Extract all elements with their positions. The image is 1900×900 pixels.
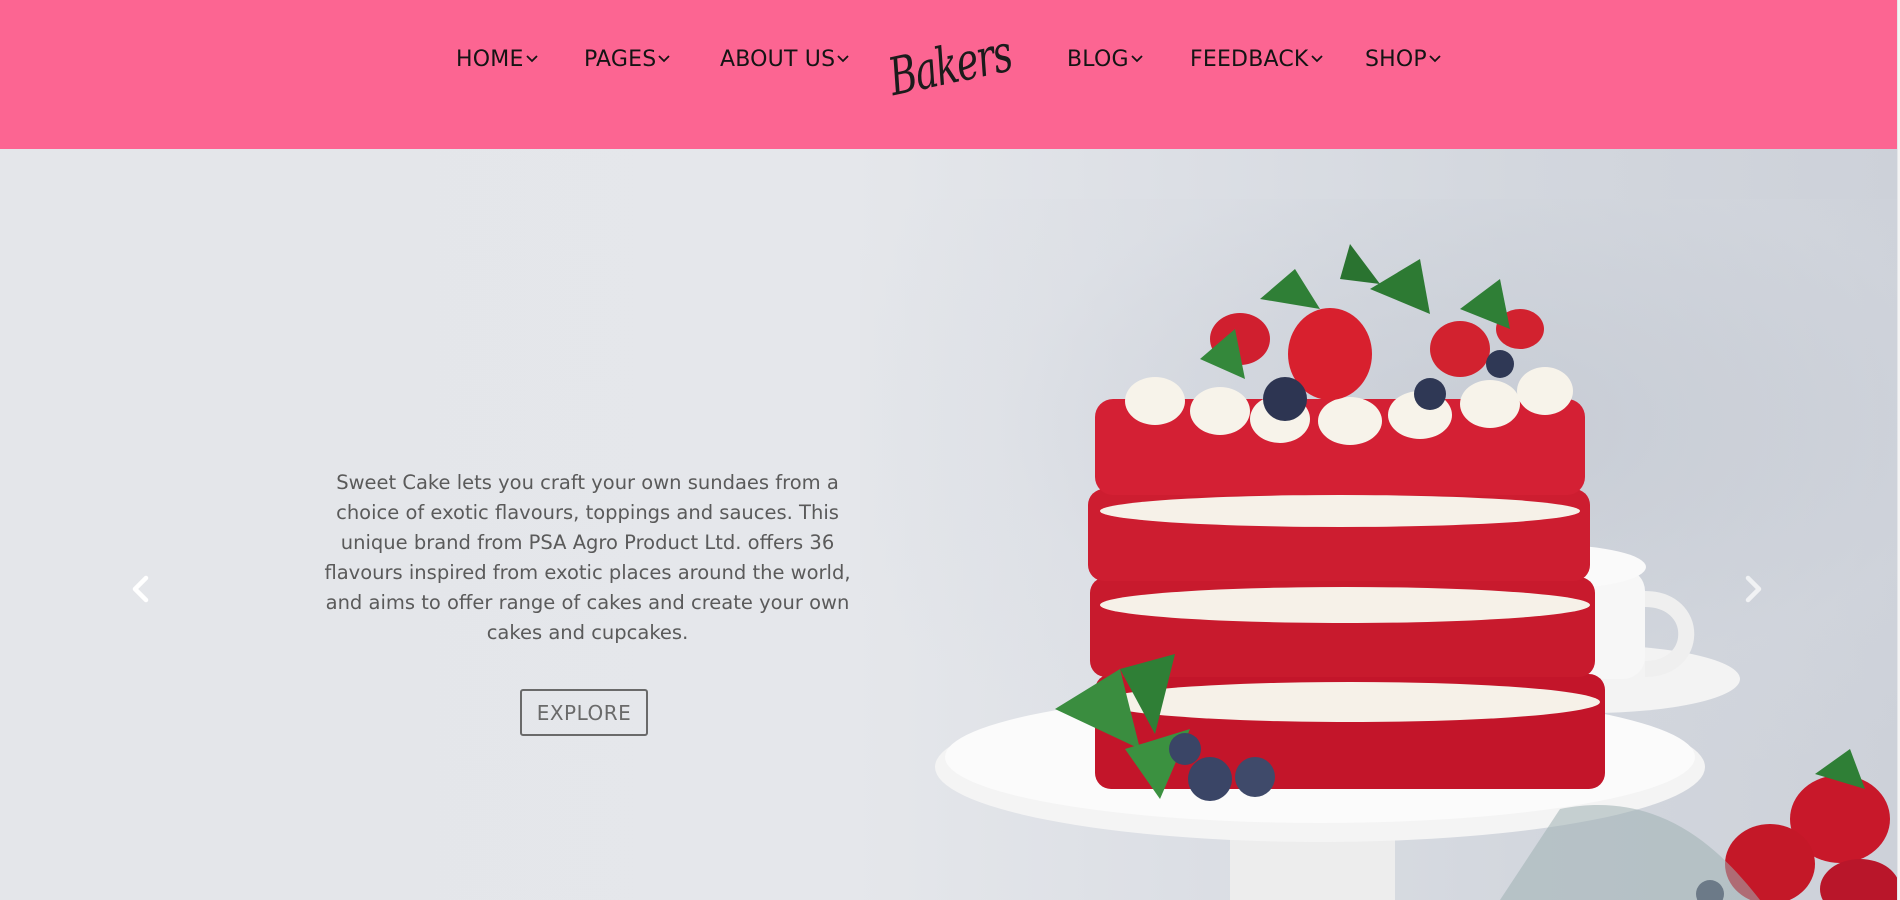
nav-home[interactable]: HOME xyxy=(456,44,539,74)
page: HOME PAGES ABOUT US Bakers BLOG FEEDBACK… xyxy=(0,0,1900,900)
nav-feedback[interactable]: FEEDBACK xyxy=(1190,44,1324,74)
nav-feedback-label: FEEDBACK xyxy=(1190,46,1309,72)
nav-about-us[interactable]: ABOUT US xyxy=(720,44,850,74)
nav-home-label: HOME xyxy=(456,46,524,72)
chevron-right-icon xyxy=(1745,575,1762,603)
nav-blog-label: BLOG xyxy=(1067,46,1129,72)
brand-logo[interactable]: Bakers xyxy=(884,11,1017,122)
chevron-down-icon xyxy=(836,54,850,64)
explore-button[interactable]: EXPLORE xyxy=(520,689,648,736)
top-navbar: HOME PAGES ABOUT US Bakers BLOG FEEDBACK… xyxy=(0,0,1897,149)
nav-pages[interactable]: PAGES xyxy=(584,44,671,74)
nav-pages-label: PAGES xyxy=(584,46,657,72)
chevron-down-icon xyxy=(1310,54,1324,64)
carousel-next-button[interactable] xyxy=(1738,569,1770,609)
chevron-down-icon xyxy=(1130,54,1144,64)
hero-cake-image xyxy=(935,244,1897,900)
carousel-prev-button[interactable] xyxy=(124,569,156,609)
nav-blog[interactable]: BLOG xyxy=(1067,44,1144,74)
nav-shop-label: SHOP xyxy=(1365,46,1427,72)
hero-description: Sweet Cake lets you craft your own sunda… xyxy=(324,470,851,644)
nav-shop[interactable]: SHOP xyxy=(1365,44,1442,74)
cake-layers-image xyxy=(1088,399,1605,789)
chevron-down-icon xyxy=(1428,54,1442,64)
hero-carousel: Sweet Cake lets you craft your own sunda… xyxy=(0,149,1897,900)
chevron-down-icon xyxy=(525,54,539,64)
nav-about-us-label: ABOUT US xyxy=(720,46,836,72)
chevron-left-icon xyxy=(132,575,149,603)
chevron-down-icon xyxy=(657,54,671,64)
